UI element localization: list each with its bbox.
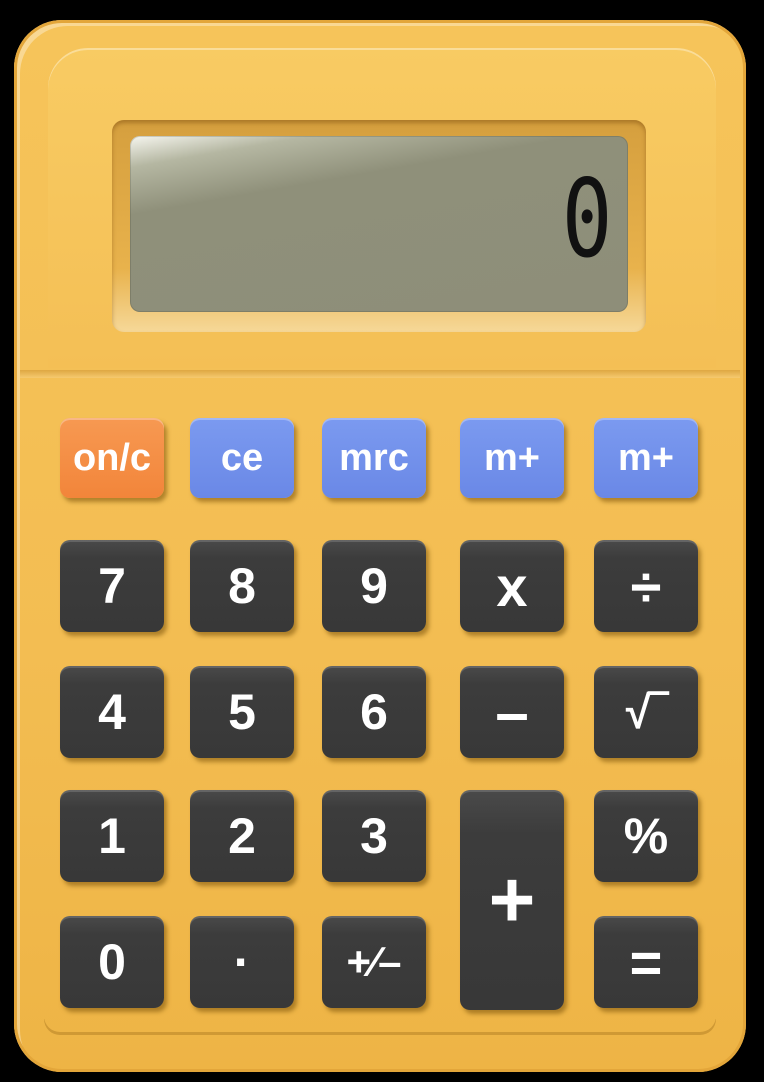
- key-4[interactable]: 4: [60, 666, 164, 758]
- multiply-button[interactable]: x: [460, 540, 564, 632]
- divide-button[interactable]: ÷: [594, 540, 698, 632]
- key-9[interactable]: 9: [322, 540, 426, 632]
- clear-entry-button[interactable]: ce: [190, 418, 294, 498]
- key-1[interactable]: 1: [60, 790, 164, 882]
- key-5[interactable]: 5: [190, 666, 294, 758]
- memory-plus-button-2[interactable]: m+: [594, 418, 698, 498]
- plus-minus-button[interactable]: +⁄–: [322, 916, 426, 1008]
- key-3[interactable]: 3: [322, 790, 426, 882]
- minus-button[interactable]: –: [460, 666, 564, 758]
- on-clear-button[interactable]: on/c: [60, 418, 164, 498]
- calculator-body: 0 on/c ce mrc m+ m+ 7 8 9 x ÷ 4 5 6 – √‾…: [14, 20, 746, 1072]
- display-value: 0: [561, 157, 614, 282]
- bottom-frame: [44, 1016, 716, 1032]
- plus-button[interactable]: +: [460, 790, 564, 1010]
- decimal-point-button[interactable]: ·: [190, 916, 294, 1008]
- key-7[interactable]: 7: [60, 540, 164, 632]
- key-6[interactable]: 6: [322, 666, 426, 758]
- lcd-display: 0: [130, 136, 628, 312]
- key-0[interactable]: 0: [60, 916, 164, 1008]
- key-8[interactable]: 8: [190, 540, 294, 632]
- percent-button[interactable]: %: [594, 790, 698, 882]
- panel-divider: [20, 370, 740, 378]
- square-root-button[interactable]: √‾: [594, 666, 698, 758]
- memory-recall-clear-button[interactable]: mrc: [322, 418, 426, 498]
- key-2[interactable]: 2: [190, 790, 294, 882]
- equals-button[interactable]: =: [594, 916, 698, 1008]
- memory-plus-button[interactable]: m+: [460, 418, 564, 498]
